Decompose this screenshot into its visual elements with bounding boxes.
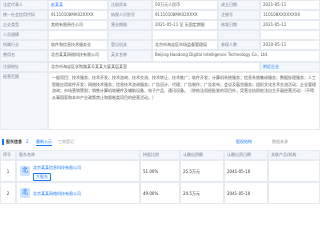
tab-latest[interactable]: 最新公示 <box>36 139 52 146</box>
data-source-link[interactable]: 数据来源 <box>272 139 288 145</box>
label-reg-authority: 登记机关 <box>108 40 152 50</box>
value-business-scope: 一般项目：技术服务、技术开发、技术咨询、技术交流、技术转让、技术推广；软件开发；… <box>48 72 320 130</box>
row1-date: 2041-05-10 <box>224 160 268 182</box>
value-insured-count: 2020-05-11 <box>260 40 320 50</box>
value-reg-authority: 北京市海淀区市场监督管理局 <box>152 40 218 50</box>
value-approval-date: 2021-05-11 <box>260 20 320 30</box>
col-amount: 认缴出资额 <box>180 150 224 160</box>
row1-amount: 25.5万元 <box>180 160 224 182</box>
value-company-type: 其他有限责任公司 <box>48 20 108 30</box>
table-row: 北 北京某某信息科技有限公司 大股东 <box>16 160 140 182</box>
label-business-scope: 经营范围 <box>0 72 48 130</box>
value-reg-number: 110108XXXXXXXX <box>260 10 320 20</box>
label-insured-count: 参保人数 <box>218 40 260 50</box>
row2-ratio: 49.00% <box>140 182 180 204</box>
row2-amount: 24.5万元 <box>180 182 224 204</box>
row1-related <box>268 160 320 182</box>
label-address: 注册地址 <box>0 62 48 72</box>
value-row4-col3 <box>260 30 320 40</box>
value-credit-code: 91110108MA02XXXX <box>48 10 108 20</box>
label-credit-code: 统一社会信用代码 <box>0 10 48 20</box>
nearby-companies-link[interactable]: 附近企业 <box>260 62 320 72</box>
row2-index: 2 <box>0 182 16 204</box>
col-date: 认缴出资日期 <box>224 150 268 160</box>
label-staff-size: 人员规模 <box>0 30 48 40</box>
section-marker <box>2 139 4 145</box>
col-ratio: 持股比例 <box>140 150 180 160</box>
label-registered-capital: 注册资本 <box>108 0 152 10</box>
value-industry: 软件和信息技术服务业 <box>48 40 108 50</box>
value-taxpayer-id: 91110108MA02XXXX <box>152 10 218 20</box>
shareholder-name-link[interactable]: 北京某某网络科技有限公司 <box>33 191 81 197</box>
col-related: 关联产品/机构 <box>268 150 320 160</box>
label-company-type: 企业类型 <box>0 20 48 30</box>
value-english-name: Beijing Haodong Digital Intelligence Tec… <box>152 50 320 62</box>
shareholders-title: 股东信息 <box>6 139 22 144</box>
col-index: 序号 <box>0 150 16 160</box>
label-reg-number: 注册号 <box>218 10 260 20</box>
shareholder-name-link[interactable]: 北京某某信息科技有限公司 <box>33 165 81 171</box>
table-row: 北 北京某某网络科技有限公司 <box>16 182 140 204</box>
label-establish-date: 成立日期 <box>218 0 260 10</box>
row2-date: 2041-05-10 <box>224 182 268 204</box>
row2-related <box>268 182 320 204</box>
value-address: 北京市海淀区学院路某号某某大厦某层某室 <box>48 62 260 72</box>
col-shareholder-name: 股东名称 <box>16 150 140 160</box>
shareholders-header: 股东信息 2 最新公示 工商登记 股权结构 数据来源 <box>0 136 320 148</box>
value-row4-col2 <box>152 30 218 40</box>
label-industry: 所属行业 <box>0 40 48 50</box>
value-legal-rep[interactable]: 赵某某 <box>48 0 108 10</box>
value-staff-size <box>48 30 108 40</box>
equity-structure-link[interactable]: 股权结构 <box>236 139 252 145</box>
row1-ratio: 51.00% <box>140 160 180 182</box>
label-business-term: 营业期限 <box>108 20 152 30</box>
label-legal-rep: 法定代表人 <box>0 0 48 10</box>
label-row4-col2 <box>108 30 152 40</box>
row1-index: 1 <box>0 160 16 182</box>
label-english-name: 英文名称 <box>108 50 152 62</box>
label-approval-date: 核准日期 <box>218 20 260 30</box>
label-taxpayer-id: 纳税人识别号 <box>108 10 152 20</box>
value-business-term: 2021-05-11 至 无固定期限 <box>152 20 218 30</box>
value-former-name: 北京某某网络科技有限公司 <box>48 50 108 62</box>
company-logo-icon: 北 <box>20 166 30 176</box>
value-establish-date: 2021-05-11 <box>260 0 320 10</box>
major-shareholder-badge: 大股东 <box>33 173 51 181</box>
label-row4-col3 <box>218 30 260 40</box>
shareholders-count: 2 <box>26 139 29 144</box>
company-logo-icon: 北 <box>20 188 30 198</box>
label-former-name: 曾用名 <box>0 50 48 62</box>
value-registered-capital: 50万元人民币 <box>152 0 218 10</box>
tab-registered[interactable]: 工商登记 <box>58 139 74 145</box>
